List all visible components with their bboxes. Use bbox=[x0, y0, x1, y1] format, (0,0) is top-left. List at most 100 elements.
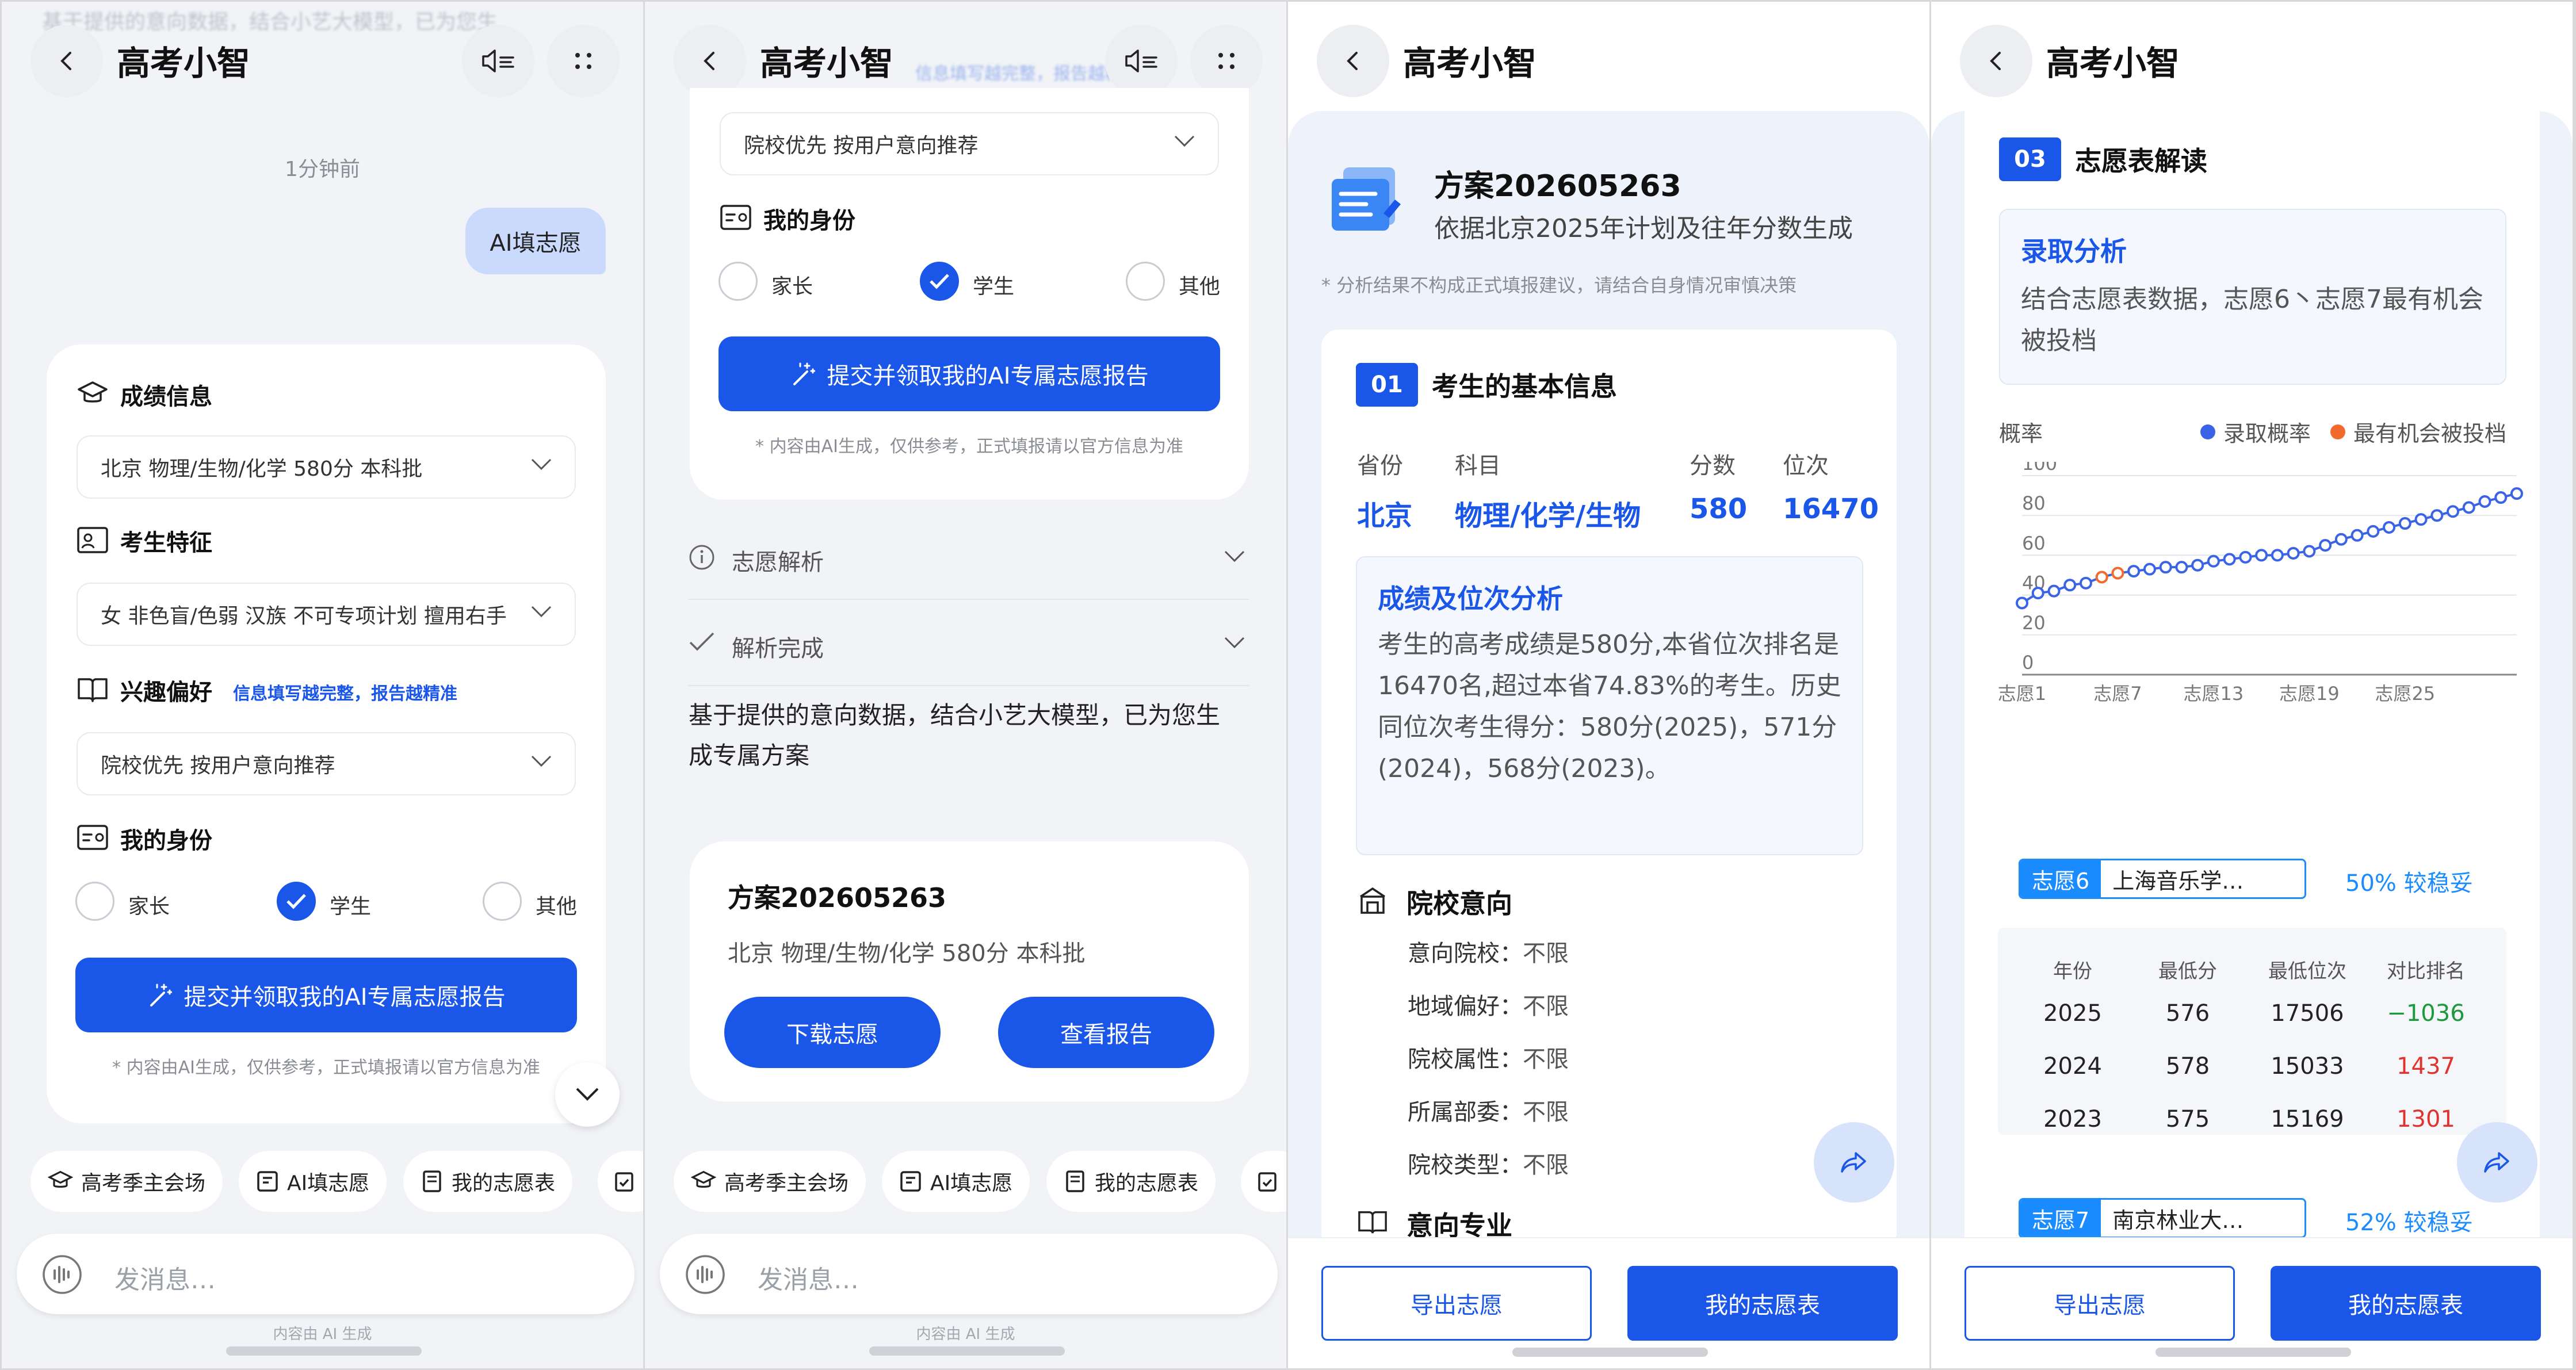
shortcut-my-table[interactable]: 我的志愿表 bbox=[1046, 1151, 1216, 1212]
voice-wave-icon[interactable] bbox=[685, 1254, 725, 1295]
intent-value: 不限 bbox=[1523, 940, 1569, 967]
plan-title: 方案202605263 bbox=[1434, 169, 1681, 204]
share-arrow-icon bbox=[1841, 1152, 1866, 1173]
share-button[interactable] bbox=[1814, 1122, 1894, 1203]
home-indicator[interactable] bbox=[1512, 1348, 1708, 1357]
speaker-icon bbox=[1125, 49, 1157, 72]
back-button[interactable] bbox=[30, 25, 103, 97]
feature-select-value: 女 非色盲/色弱 汉族 不可专项计划 擅用右手 bbox=[101, 604, 507, 628]
section-title: 志愿表解读 bbox=[2075, 146, 2207, 177]
data-point bbox=[2143, 562, 2156, 576]
score-select[interactable]: 北京 物理/生物/化学 580分 本科批 bbox=[77, 435, 576, 499]
intent-key: 意向院校： bbox=[1408, 940, 1523, 967]
data-point bbox=[2063, 579, 2077, 592]
radio-other[interactable] bbox=[1126, 262, 1165, 301]
choice7-tag[interactable]: 志愿7 南京林业大… bbox=[2019, 1198, 2306, 1238]
my-table-button[interactable]: 我的志愿表 bbox=[2271, 1266, 2541, 1341]
interest-select[interactable]: 院校优先 按用户意向推荐 bbox=[77, 732, 576, 795]
interest-select-value: 院校优先 按用户意向推荐 bbox=[101, 754, 335, 778]
export-button[interactable]: 导出志愿 bbox=[1965, 1266, 2235, 1341]
ai-disclaimer: * 内容由AI生成，仅供参考，正式填报请以官方信息为准 bbox=[755, 437, 1183, 457]
message-placeholder: 发消息… bbox=[758, 1265, 859, 1295]
interest-select[interactable]: 院校优先 按用户意向推荐 bbox=[720, 112, 1219, 175]
radio-parent[interactable] bbox=[718, 262, 758, 301]
panel-chat-form: 基于提供的意向数据，结合小艺大模型，已为您生 高考小智 1分钟前 AI填志愿 成… bbox=[2, 2, 643, 1368]
shortcut-main-venue[interactable]: 高考季主会场 bbox=[674, 1151, 866, 1212]
data-point bbox=[2367, 525, 2380, 538]
data-point bbox=[2079, 576, 2092, 590]
ai-footnote: 内容由 AI 生成 bbox=[916, 1326, 1015, 1343]
my-table-button[interactable]: 我的志愿表 bbox=[1627, 1266, 1898, 1341]
identity-section-title: 我的身份 bbox=[763, 208, 855, 234]
intent-value: 不限 bbox=[1523, 1046, 1569, 1073]
info-icon bbox=[689, 545, 714, 570]
speaker-button[interactable] bbox=[462, 25, 534, 97]
choice6-table: 年份 最低分 最低位次 对比排名 2025 576 17506 −1036 20… bbox=[1998, 928, 2506, 1135]
share-button[interactable] bbox=[2457, 1122, 2537, 1203]
back-button[interactable] bbox=[674, 25, 746, 97]
home-indicator[interactable] bbox=[2155, 1348, 2351, 1357]
panel-report-basic: 高考小智 方案202605263 依据北京2025年计划及往年分数生成 * 分析… bbox=[1288, 2, 1929, 1368]
plan-subtitle: 北京 物理/生物/化学 580分 本科批 bbox=[728, 940, 1086, 967]
intent-key: 院校类型： bbox=[1408, 1152, 1523, 1178]
radio-other[interactable] bbox=[483, 882, 522, 921]
complete-fold[interactable]: 解析完成 bbox=[688, 600, 1249, 686]
submit-report-button[interactable]: 提交并领取我的AI专属志愿报告 bbox=[75, 958, 577, 1032]
bottom-action-bar: 导出志愿 我的志愿表 bbox=[1288, 1237, 1929, 1368]
shortcut-label: 我的志愿表 bbox=[452, 1172, 556, 1195]
data-point bbox=[2350, 529, 2364, 542]
message-input[interactable]: 发消息… bbox=[660, 1234, 1278, 1314]
data-point bbox=[2478, 495, 2491, 508]
shortcut-ai-fill[interactable]: AI填志愿 bbox=[239, 1151, 387, 1212]
y-tick-label: 100 bbox=[2022, 462, 2057, 474]
back-button[interactable] bbox=[1317, 25, 1389, 97]
intent-row: 院校类型：不限 bbox=[1408, 1146, 1569, 1180]
more-button[interactable] bbox=[1190, 25, 1263, 97]
export-button[interactable]: 导出志愿 bbox=[1321, 1266, 1592, 1341]
shortcut-main-venue[interactable]: 高考季主会场 bbox=[30, 1151, 223, 1212]
data-point bbox=[2319, 539, 2332, 552]
plan-subtitle: 依据北京2025年计划及往年分数生成 bbox=[1434, 214, 1853, 243]
submit-report-label: 提交并领取我的AI专属志愿报告 bbox=[184, 984, 506, 1011]
shortcut-my-table[interactable]: 我的志愿表 bbox=[403, 1151, 573, 1212]
scroll-down-button[interactable] bbox=[555, 1062, 620, 1127]
chevron-down-icon bbox=[531, 606, 552, 618]
shortcut-more[interactable] bbox=[1241, 1151, 1286, 1212]
col-header-min-score: 最低分 bbox=[2158, 960, 2217, 983]
table-cell-score: 578 bbox=[2165, 1053, 2210, 1080]
plan-title: 方案202605263 bbox=[728, 882, 947, 913]
data-point bbox=[2510, 487, 2523, 500]
home-indicator[interactable] bbox=[226, 1346, 422, 1356]
home-indicator[interactable] bbox=[869, 1346, 1065, 1356]
voice-wave-icon[interactable] bbox=[42, 1254, 82, 1295]
data-point bbox=[2287, 546, 2300, 560]
download-button[interactable]: 下载志愿 bbox=[724, 997, 941, 1068]
data-point bbox=[2016, 596, 2028, 610]
speaker-button[interactable] bbox=[1105, 25, 1178, 97]
data-point bbox=[2031, 587, 2044, 600]
submit-report-button[interactable]: 提交并领取我的AI专属志愿报告 bbox=[718, 336, 1220, 411]
view-report-button[interactable]: 查看报告 bbox=[998, 997, 1214, 1068]
analysis-fold[interactable]: 志愿解析 bbox=[688, 514, 1249, 600]
back-button[interactable] bbox=[1960, 25, 2032, 97]
choice6-tag[interactable]: 志愿6 上海音乐学… bbox=[2019, 859, 2306, 899]
data-point bbox=[2047, 584, 2061, 598]
magic-wand-icon bbox=[150, 984, 173, 1007]
feature-select[interactable]: 女 非色盲/色弱 汉族 不可专项计划 擅用右手 bbox=[77, 583, 576, 646]
header-title: 高考小智 bbox=[2046, 44, 2180, 83]
shortcut-ai-fill[interactable]: AI填志愿 bbox=[882, 1151, 1030, 1212]
info-header-province: 省份 bbox=[1357, 453, 1403, 479]
message-input[interactable]: 发消息… bbox=[17, 1234, 635, 1314]
user-message-bubble: AI填志愿 bbox=[465, 208, 606, 274]
radio-parent[interactable] bbox=[75, 882, 114, 921]
score-section-title: 成绩信息 bbox=[120, 384, 212, 410]
radio-student[interactable] bbox=[277, 882, 316, 921]
shortcut-label: AI填志愿 bbox=[930, 1172, 1013, 1195]
check-icon bbox=[286, 894, 306, 909]
radio-student[interactable] bbox=[920, 262, 959, 301]
table-cell-rank: 15169 bbox=[2271, 1106, 2344, 1132]
more-button[interactable] bbox=[547, 25, 620, 97]
plan-card[interactable]: 方案202605263 北京 物理/生物/化学 580分 本科批 下载志愿 查看… bbox=[690, 841, 1249, 1101]
message-placeholder: 发消息… bbox=[114, 1265, 216, 1295]
shortcut-more[interactable] bbox=[598, 1151, 643, 1212]
